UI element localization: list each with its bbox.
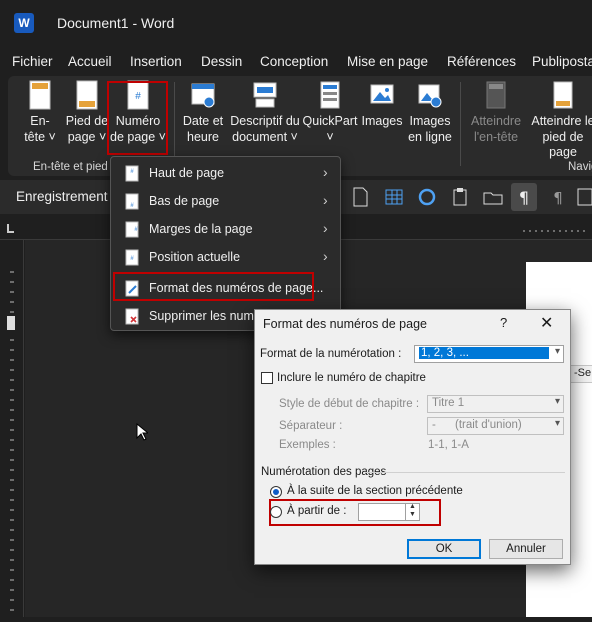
page-icon: #: [125, 221, 139, 238]
page-icon: #: [125, 249, 139, 266]
continue-label: À la suite de la section précédente: [287, 485, 463, 497]
header-page-icon: [29, 80, 51, 110]
ok-button[interactable]: OK: [407, 539, 481, 559]
chevron-down-icon: ▾: [554, 346, 560, 357]
chapter-style-value: Titre 1: [432, 397, 465, 409]
svg-text:¶: ¶: [553, 189, 563, 207]
dialog-title: Format des numéros de page: [263, 317, 427, 331]
pilcrow-icon[interactable]: ¶: [547, 186, 569, 208]
chevron-down-icon: ▾: [554, 418, 560, 429]
chevron-right-icon: ›: [323, 192, 328, 208]
separator-label: Séparateur :: [279, 420, 343, 432]
cancel-button[interactable]: Annuler: [489, 539, 563, 559]
group-label-entete-pied: En-tête et pied: [33, 161, 108, 173]
tab-mise-en-page[interactable]: Mise en page: [347, 54, 428, 69]
atteindre-pied-button[interactable]: Atteindre le pied de page: [528, 80, 592, 161]
document-property-icon: [253, 82, 277, 108]
vertical-ruler[interactable]: [0, 240, 24, 617]
autosave-label[interactable]: Enregistrement a: [16, 189, 119, 204]
format-highlight-box: [113, 272, 314, 301]
examples-value: 1-1, 1-A: [428, 439, 469, 451]
image-icon: [370, 84, 394, 104]
page-icon: #: [125, 193, 139, 210]
descriptif-document-button[interactable]: Descriptif du document ˅: [228, 80, 302, 145]
tab-publipostage[interactable]: Publiposta: [532, 54, 592, 69]
start-at-label: À partir de :: [287, 505, 347, 517]
goto-footer-icon: [553, 81, 573, 109]
tab-insertion[interactable]: Insertion: [130, 54, 182, 69]
format-select[interactable]: 1, 2, 3, ... ▾: [414, 345, 564, 363]
chapter-style-label: Style de début de chapitre :: [279, 398, 420, 410]
clipboard-icon[interactable]: [449, 186, 471, 208]
ruler-ticks: [7, 271, 15, 611]
images-en-ligne-button[interactable]: Images en ligne: [404, 80, 456, 145]
tab-accueil[interactable]: Accueil: [68, 54, 112, 69]
start-at-radio[interactable]: [270, 506, 282, 518]
tab-dessin[interactable]: Dessin: [201, 54, 242, 69]
images-button[interactable]: Images: [360, 80, 404, 130]
page-number-dropdown: # Haut de page › # Bas de page › # Marge…: [110, 156, 341, 331]
chevron-right-icon: ›: [323, 164, 328, 180]
chevron-down-icon: ▾: [554, 396, 560, 407]
quickpart-button[interactable]: QuickPart ˅: [302, 80, 358, 145]
pied-de-page-button[interactable]: Pied de page ˅: [64, 80, 110, 145]
menu-item-haut-de-page[interactable]: # Haut de page ›: [111, 159, 340, 187]
quickpart-icon: [320, 81, 340, 109]
page-text-snippet: -Se: [570, 365, 592, 383]
mouse-cursor-icon: [136, 423, 148, 441]
page-icon: #: [125, 165, 139, 182]
spin-down-icon[interactable]: ▼: [409, 511, 416, 518]
tab-fichier[interactable]: Fichier: [12, 54, 53, 69]
document-title: Document1 - Word: [57, 15, 175, 31]
new-document-icon[interactable]: [349, 186, 371, 208]
spin-up-icon[interactable]: ▲: [409, 503, 416, 510]
calendar-clock-icon: [191, 83, 215, 108]
ribbon-separator: [174, 82, 175, 166]
tab-references[interactable]: Références: [447, 54, 516, 69]
include-chapter-label: Inclure le numéro de chapitre: [277, 372, 426, 384]
entete-button[interactable]: En-tête ˅: [20, 80, 60, 145]
examples-label: Exemples :: [279, 439, 336, 451]
start-at-spinner[interactable]: ▲ ▼: [405, 503, 420, 521]
numero-highlight-box: [107, 81, 168, 155]
online-image-icon: [418, 84, 442, 108]
continue-radio[interactable]: [270, 486, 282, 498]
goto-header-icon: [486, 81, 506, 109]
tab-conception[interactable]: Conception: [260, 54, 328, 69]
folder-open-icon[interactable]: [482, 186, 504, 208]
svg-text:¶: ¶: [519, 188, 529, 207]
pilcrow-icon: ¶: [519, 188, 529, 207]
word-logo-icon: W: [14, 13, 34, 33]
chevron-right-icon: ›: [323, 220, 328, 236]
circle-icon[interactable]: [416, 186, 438, 208]
separator-value: - (trait d'union): [432, 419, 522, 431]
close-icon[interactable]: ✕: [540, 313, 553, 333]
date-heure-button[interactable]: Date et heure: [180, 80, 226, 145]
ribbon-separator: [460, 82, 461, 166]
atteindre-entete-button[interactable]: Atteindre l'en-tête: [466, 80, 526, 145]
menu-bar: Fichier Accueil Insertion Dessin Concept…: [0, 46, 592, 76]
menu-item-bas-de-page[interactable]: # Bas de page ›: [111, 187, 340, 215]
chapter-style-select[interactable]: Titre 1 ▾: [427, 395, 564, 413]
format-select-value: 1, 2, 3, ...: [419, 347, 549, 359]
format-label: Format de la numérotation :: [260, 348, 402, 360]
menu-item-position-actuelle[interactable]: # Position actuelle ›: [111, 243, 340, 271]
footer-page-icon: [76, 80, 98, 110]
title-bar: W Document1 - Word: [0, 0, 592, 46]
separator-select[interactable]: - (trait d'union) ▾: [427, 417, 564, 435]
group-divider: [365, 472, 565, 473]
more-icon[interactable]: [575, 186, 592, 208]
chevron-right-icon: ›: [323, 248, 328, 264]
table-icon[interactable]: [383, 186, 405, 208]
menu-item-marges[interactable]: # Marges de la page ›: [111, 215, 340, 243]
format-page-number-dialog: Format des numéros de page ? ✕ Format de…: [254, 309, 571, 565]
show-formatting-button[interactable]: ¶: [511, 183, 537, 211]
delete-page-icon: [125, 308, 139, 325]
include-chapter-checkbox[interactable]: [261, 372, 273, 384]
help-icon[interactable]: ?: [500, 315, 507, 330]
group-label-navigation: Navig: [568, 161, 592, 173]
